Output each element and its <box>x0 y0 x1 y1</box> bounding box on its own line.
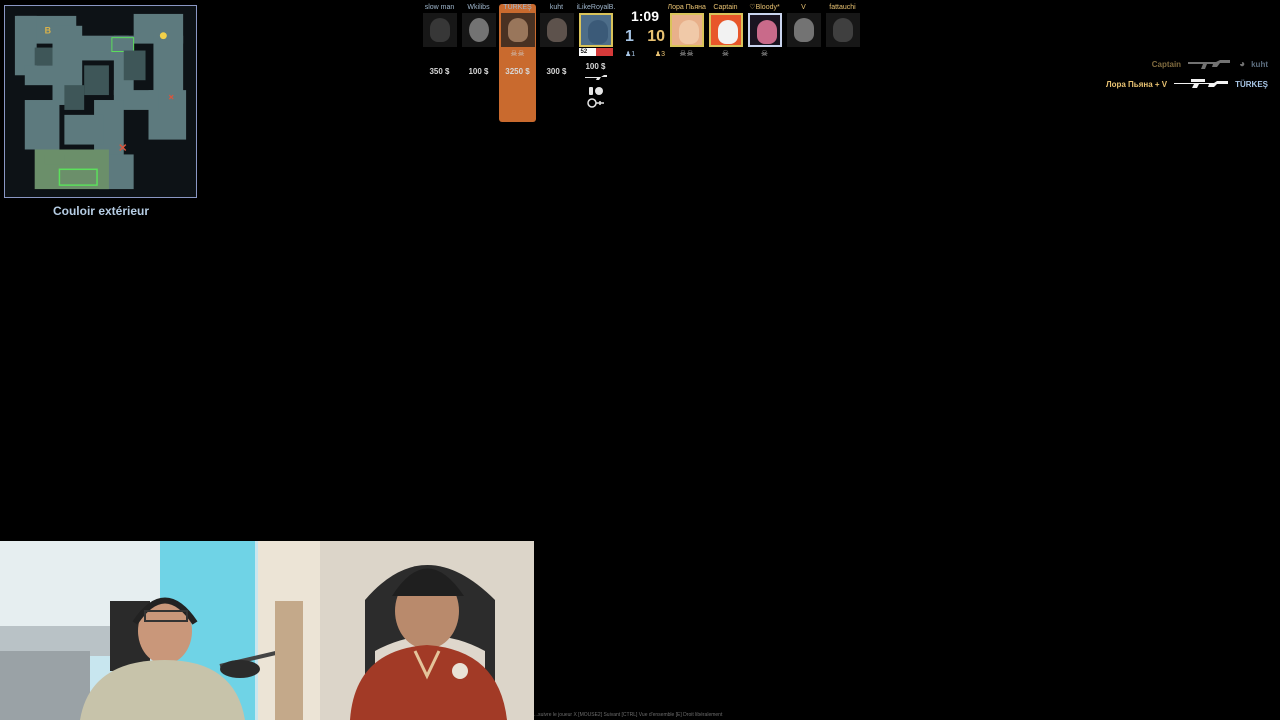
ct-player-card[interactable]: slow man 350 $ <box>420 3 459 108</box>
victim-name: TÜRKEŞ <box>1235 79 1268 89</box>
player-avatar <box>669 13 704 47</box>
player-avatar <box>461 13 496 47</box>
player-avatar <box>825 13 860 47</box>
top-scoreboard: slow man 350 $ Wkilibs 100 $ TÜRKEŞ ☠☠ 3… <box>420 3 864 128</box>
player-money: 300 $ <box>546 67 567 76</box>
player-name: iLikeRoyalB.. <box>576 4 615 11</box>
player-name: Captain <box>713 4 738 11</box>
webcam-right-image <box>320 541 534 720</box>
player-name: ♡Bloody* <box>749 4 780 11</box>
t-player-card-alive[interactable]: Captain ☠ <box>706 3 745 59</box>
spectator-hint-bar: ...suivre le joueur X [MOUSE2] Suivant [… <box>534 712 723 718</box>
health-bar: 52 <box>578 48 613 56</box>
player-name: fattauchi <box>829 4 856 11</box>
kills-icons: ☠☠ <box>510 49 525 58</box>
player-money: 3250 $ <box>505 67 530 76</box>
t-team-panel: Лора Пьяна ☠☠ Captain ☠ ♡Bloody* ☠ V fat… <box>667 3 862 59</box>
t-alive-count: ♟3 <box>654 51 665 58</box>
player-money: 100 $ <box>468 67 489 76</box>
ct-player-card-alive[interactable]: iLikeRoyalB.. 52 100 $ <box>576 3 615 108</box>
grenade-icon <box>588 87 603 95</box>
player-name: V <box>801 4 806 11</box>
player-avatar <box>786 13 821 47</box>
health-value: 52 <box>580 49 588 55</box>
radar-minimap: B <box>4 5 197 198</box>
ct-team-panel: slow man 350 $ Wkilibs 100 $ TÜRKEŞ ☠☠ 3… <box>420 3 615 122</box>
location-label: Couloir extérieur <box>52 204 150 218</box>
bombsite-b-label: B <box>45 26 52 36</box>
round-score-panel: 1:09 1 10 ♟1 ♟3 <box>625 8 665 58</box>
player-name: Лора Пьяна <box>667 4 706 11</box>
defuse-kit-icon <box>586 98 604 108</box>
killer-name: Лора Пьяна + V <box>1105 79 1168 89</box>
webcam-left-image <box>0 541 320 720</box>
player-avatar <box>539 13 574 47</box>
webcam-left <box>0 541 320 720</box>
headshot-icon: ◕ <box>1239 58 1246 70</box>
player-name: slow man <box>424 4 455 11</box>
t-player-card[interactable]: V <box>784 3 823 59</box>
killfeed-entry: Captain ◕ kuht <box>1008 54 1268 74</box>
ct-player-card[interactable]: kuht 300 $ <box>537 3 576 108</box>
ak47-icon <box>1188 60 1231 69</box>
equipment-list <box>584 74 608 108</box>
player-name: TÜRKEŞ <box>503 4 532 11</box>
player-money: 100 $ <box>585 62 606 71</box>
ct-player-card[interactable]: Wkilibs 100 $ <box>459 3 498 108</box>
kills-icons: ☠ <box>760 49 769 58</box>
ct-alive-count: ♟1 <box>625 51 636 58</box>
player-avatar <box>578 13 613 47</box>
t-player-card[interactable]: fattauchi <box>823 3 862 59</box>
player-avatar <box>422 13 457 47</box>
round-timer: 1:09 <box>630 8 660 24</box>
t-player-card-alive[interactable]: ♡Bloody* ☠ <box>745 3 784 59</box>
player-marker-icon <box>159 32 167 40</box>
player-avatar <box>708 13 743 47</box>
ct-score: 1 <box>625 28 634 45</box>
player-avatar <box>500 13 535 47</box>
kills-icons: ☠☠ <box>679 49 694 58</box>
webcam-right <box>320 541 534 720</box>
player-name: Wkilibs <box>467 4 490 11</box>
rifle-icon <box>584 75 607 80</box>
ct-player-card-highlighted[interactable]: TÜRKEŞ ☠☠ 3250 $ <box>498 3 537 122</box>
kills-icons: ☠ <box>721 49 730 58</box>
player-name: kuht <box>549 4 564 11</box>
t-score: 10 <box>647 28 665 45</box>
map-layout: B <box>14 13 187 190</box>
killer-name: Captain <box>1151 59 1182 69</box>
player-money: 350 $ <box>429 67 450 76</box>
awp-icon <box>1174 79 1229 88</box>
victim-name: kuht <box>1251 59 1268 69</box>
killfeed: Captain ◕ kuht Лора Пьяна + V TÜRKEŞ <box>1008 54 1268 94</box>
t-player-card-alive[interactable]: Лора Пьяна ☠☠ <box>667 3 706 59</box>
killfeed-entry: Лора Пьяна + V TÜRKEŞ <box>1008 74 1268 94</box>
player-avatar <box>747 13 782 47</box>
